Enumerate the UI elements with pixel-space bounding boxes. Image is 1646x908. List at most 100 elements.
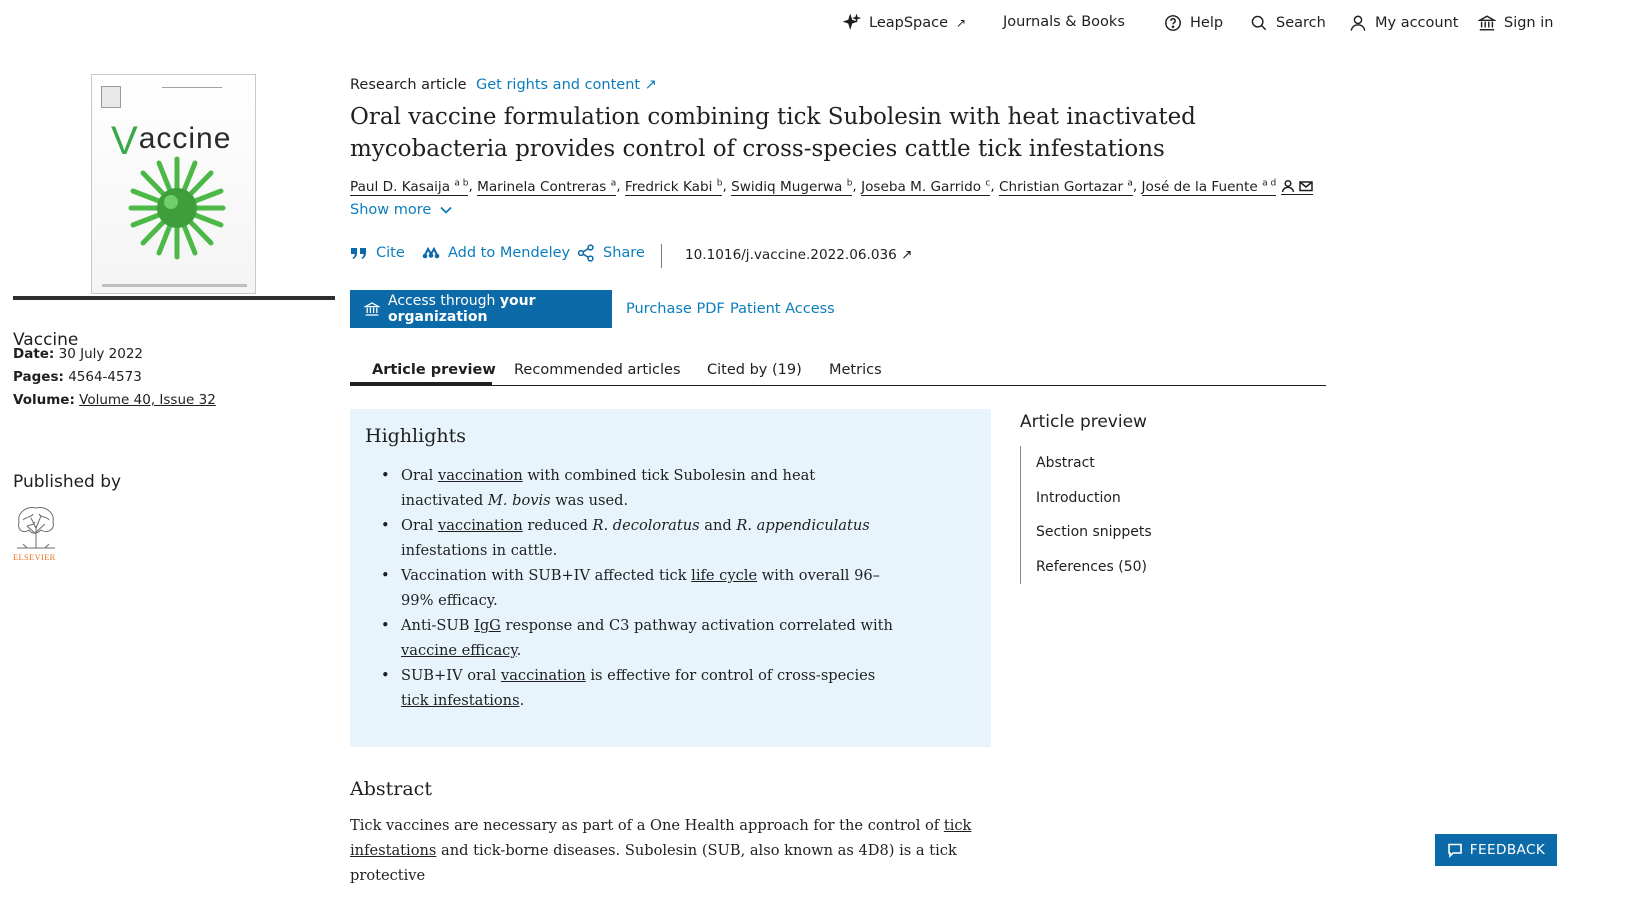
share-label: Share: [603, 245, 645, 261]
help-label: Help: [1190, 15, 1224, 31]
highlight-item: SUB+IV oral vaccination is effective for…: [381, 663, 895, 713]
my-account-label: My account: [1375, 15, 1459, 31]
glossary-link[interactable]: vaccination: [438, 467, 523, 484]
article-tabs: Article preview Recommended articles Cit…: [350, 358, 1326, 386]
search-icon: [1251, 15, 1267, 31]
outline-list: Abstract Introduction Section snippets R…: [1020, 446, 1280, 584]
sign-in-label: Sign in: [1504, 15, 1554, 31]
person-icon: [1281, 179, 1294, 192]
journal-cover-image[interactable]: ━━━━━━━━━━━━━━━━━━━━━━━━━ Vaccine: [91, 74, 256, 294]
cover-publisher-logo: [101, 86, 121, 108]
outline-item-references[interactable]: References (50): [1036, 550, 1280, 585]
highlights-heading: Highlights: [365, 425, 466, 447]
tab-metrics[interactable]: Metrics: [829, 362, 882, 378]
text-run: Oral: [401, 467, 438, 484]
pages-label: Pages:: [13, 369, 64, 385]
text-run: is effective for control of cross-specie…: [585, 667, 876, 684]
outline-item-introduction[interactable]: Introduction: [1036, 481, 1280, 516]
elsevier-wordmark: ELSEVIER: [13, 552, 56, 562]
outline-item-section-snippets[interactable]: Section snippets: [1036, 515, 1280, 550]
author-link[interactable]: Joseba M. Garrido c: [861, 178, 991, 196]
highlight-item: Vaccination with SUB+IV affected tick li…: [381, 563, 895, 613]
elsevier-tree-logo[interactable]: [13, 504, 59, 550]
glossary-link[interactable]: IgG: [474, 617, 501, 634]
italic-text: R. appendiculatus: [736, 517, 870, 534]
share-button[interactable]: Share: [577, 244, 645, 262]
pages-value: 4564-4573: [68, 369, 142, 385]
patient-access-link[interactable]: Patient Access: [730, 301, 835, 317]
cite-button[interactable]: Cite: [350, 244, 405, 262]
author-affiliation: a: [610, 178, 617, 188]
user-icon: [1350, 15, 1366, 31]
text-run: and: [699, 517, 737, 534]
quote-icon: [351, 248, 366, 259]
my-account-link[interactable]: My account: [1349, 14, 1458, 32]
glossary-link[interactable]: tick infestations: [401, 692, 520, 709]
external-link-icon: ↗: [956, 16, 967, 30]
author-link[interactable]: Marinela Contreras a: [477, 178, 617, 196]
author-affiliation: b: [846, 178, 853, 188]
journals-books-label: Journals & Books: [1003, 14, 1125, 30]
tab-cited-by[interactable]: Cited by (19): [707, 362, 802, 378]
text-run: reduced: [522, 517, 593, 534]
author-link[interactable]: Fredrick Kabi b: [624, 178, 723, 196]
help-icon: [1165, 15, 1181, 31]
article-title: Oral vaccine formulation combining tick …: [350, 104, 1196, 162]
search-link[interactable]: Search: [1250, 14, 1326, 32]
cover-divider: [13, 296, 335, 300]
rights-content-link[interactable]: Get rights and content ↗: [476, 77, 657, 93]
author-list: Paul D. Kasaija a b, Marinela Contreras …: [350, 178, 1330, 196]
mendeley-label: Add to Mendeley: [448, 245, 571, 261]
corresponding-author-icons[interactable]: [1280, 179, 1313, 195]
tab-article-preview[interactable]: Article preview: [372, 362, 496, 378]
glossary-link[interactable]: vaccination: [501, 667, 586, 684]
author-link[interactable]: Swidiq Mugerwa b: [731, 178, 853, 196]
date-label: Date:: [13, 346, 55, 362]
cite-label: Cite: [376, 245, 405, 261]
highlight-item: Anti-SUB IgG response and C3 pathway act…: [381, 613, 895, 663]
glossary-link[interactable]: vaccine efficacy: [401, 642, 517, 659]
article-actions: Cite Add to Mendeley Share 10.1016/j.vac…: [350, 244, 950, 268]
abstract-text: Tick vaccines are necessary as part of a…: [350, 813, 995, 888]
institution-icon: [364, 302, 381, 316]
text-run: infestations in cattle.: [401, 542, 558, 559]
mendeley-icon: [422, 246, 440, 259]
search-label: Search: [1276, 15, 1326, 31]
chevron-down-icon: [440, 206, 452, 214]
italic-text: R. decoloratus: [592, 517, 700, 534]
show-more-button[interactable]: Show more: [350, 202, 453, 218]
glossary-link[interactable]: life cycle: [691, 567, 757, 584]
mail-icon: [1298, 180, 1313, 191]
article-type: Research article: [350, 77, 467, 93]
add-to-mendeley-button[interactable]: Add to Mendeley: [422, 244, 570, 262]
cover-header-strip: ━━━━━━━━━━━━━━━━━━━━━━━━━: [162, 85, 223, 90]
glossary-link[interactable]: vaccination: [438, 517, 523, 534]
text-run: .: [516, 642, 522, 659]
leapspace-link[interactable]: LeapSpace ↗: [843, 14, 966, 32]
actions-divider: [661, 244, 662, 268]
author-affiliation: a d: [1262, 178, 1277, 188]
journals-books-link[interactable]: Journals & Books: [1003, 14, 1125, 30]
show-more-label: Show more: [350, 202, 432, 218]
leapspace-label: LeapSpace: [869, 15, 949, 31]
doi-link[interactable]: 10.1016/j.vaccine.2022.06.036 ↗: [685, 247, 912, 263]
volume-issue-link[interactable]: Volume 40, Issue 32: [79, 392, 216, 408]
publication-date: Date: 30 July 2022: [13, 346, 143, 362]
feedback-button[interactable]: FEEDBACK: [1435, 834, 1557, 866]
outline-item-abstract[interactable]: Abstract: [1036, 446, 1280, 481]
author-link[interactable]: Paul D. Kasaija a b: [350, 178, 469, 196]
tab-recommended-articles[interactable]: Recommended articles: [514, 362, 681, 378]
author-link[interactable]: Christian Gortazar a: [998, 178, 1133, 196]
access-through-organization-button[interactable]: Access through your organization: [350, 290, 612, 328]
page-range: Pages: 4564-4573: [13, 369, 142, 385]
sign-in-link[interactable]: Sign in: [1478, 14, 1553, 32]
author-link[interactable]: José de la Fuente a d: [1141, 178, 1277, 196]
purchase-pdf-link[interactable]: Purchase PDF: [626, 301, 725, 317]
volume-label: Volume:: [13, 392, 75, 408]
text-run: Tick vaccines are necessary as part of a…: [350, 817, 944, 834]
published-by-heading: Published by: [13, 472, 122, 492]
cover-journal-title: Vaccine: [111, 119, 232, 163]
author-affiliation: a: [1127, 178, 1133, 188]
help-link[interactable]: Help: [1164, 14, 1223, 32]
access-label: Access through your organization: [388, 293, 536, 325]
